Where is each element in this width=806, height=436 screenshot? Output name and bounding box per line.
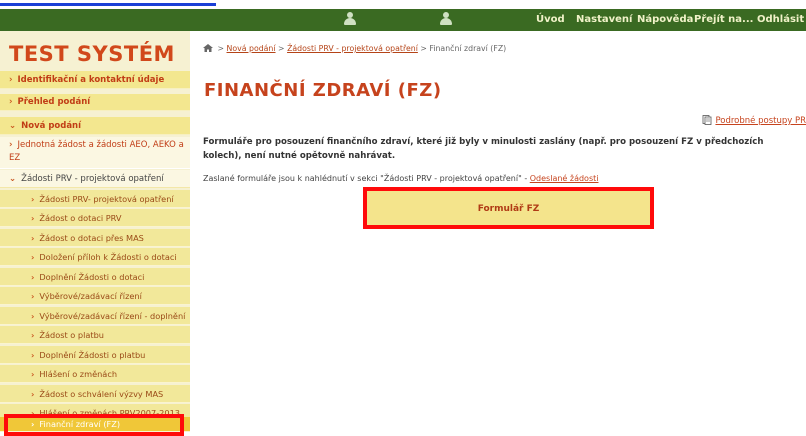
breadcrumb-current: Finanční zdraví (FZ) bbox=[429, 44, 507, 53]
nav-home[interactable]: Úvod bbox=[536, 9, 565, 31]
sidebar-subitem-tender[interactable]: › Výběrové/zadávací řízení bbox=[0, 287, 190, 305]
chevron-right-icon: › bbox=[31, 369, 35, 379]
breadcrumb-prv-projects[interactable]: Žádosti PRV - projektová opatření bbox=[287, 44, 418, 53]
sidebar-item-label: Žádosti PRV- projektová opatření bbox=[39, 194, 174, 204]
chevron-right-icon: › bbox=[31, 291, 35, 301]
sidebar-item-label: Doplnění Žádosti o dotaci bbox=[39, 272, 145, 282]
breadcrumb-new-submissions[interactable]: Nová podání bbox=[227, 44, 276, 53]
sidebar-item-label: Přehled podání bbox=[17, 97, 91, 107]
main-content: > Nová podání > Žádosti PRV - projektová… bbox=[190, 31, 806, 432]
sidebar-item-label: Identifikační a kontaktní údaje bbox=[17, 75, 165, 85]
sidebar-item-label: Výběrové/zadávací řízení - doplnění bbox=[39, 311, 186, 321]
breadcrumb: > Nová podání > Žádosti PRV - projektová… bbox=[203, 44, 506, 53]
intro-text: Formuláře pro posouzení finančního zdrav… bbox=[203, 137, 764, 161]
sent-applications-link[interactable]: Odeslané žádosti bbox=[530, 174, 599, 183]
sidebar-subitem-change-report[interactable]: › Hlášení o změnách bbox=[0, 365, 190, 383]
sent-forms-note: Zaslané formuláře jsou k nahlédnutí v se… bbox=[203, 174, 598, 183]
sidebar-item-label: Hlášení o změnách bbox=[39, 369, 118, 379]
highlight-fz-form-button bbox=[363, 187, 654, 229]
chevron-right-icon: › bbox=[31, 233, 35, 243]
sidebar-subitem-payment-supplement[interactable]: › Doplnění Žádosti o platbu bbox=[0, 346, 190, 364]
procedures-link-label: Podrobné postupy PR bbox=[715, 116, 806, 126]
top-link-strip bbox=[0, 0, 216, 9]
sidebar-subitem-grant-supplement[interactable]: › Doplnění Žádosti o dotaci bbox=[0, 268, 190, 286]
sidebar-item-label: Nová podání bbox=[21, 121, 82, 131]
chevron-right-icon: › bbox=[31, 272, 35, 282]
breadcrumb-separator: > bbox=[420, 44, 427, 53]
sidebar-item-label: Žádost o dotaci PRV bbox=[39, 213, 122, 223]
sidebar-subitem-mas-call[interactable]: › Žádost o schválení výzvy MAS bbox=[0, 385, 190, 403]
sidebar-subitem-attachments[interactable]: › Doložení příloh k Žádosti o dotaci bbox=[0, 248, 190, 266]
sidebar-item-label: Žádost o schválení výzvy MAS bbox=[39, 389, 164, 399]
sidebar-subitem-grant-mas[interactable]: › Žádost o dotaci přes MAS bbox=[0, 229, 190, 247]
sent-forms-note-text: Zaslané formuláře jsou k nahlédnutí v se… bbox=[203, 174, 530, 183]
sidebar-item-label: Jednotná žádost a žádosti AEO, AEKO a EZ bbox=[9, 140, 184, 163]
sidebar-item-overview[interactable]: › Přehled podání bbox=[0, 94, 190, 111]
sidebar-subitem-prv-projects[interactable]: › Žádosti PRV- projektová opatření bbox=[0, 190, 190, 208]
chevron-right-icon: › bbox=[9, 97, 13, 107]
site-title: TEST SYSTÉM bbox=[9, 42, 175, 66]
sidebar: TEST SYSTÉM › Identifikační a kontaktní ú… bbox=[0, 31, 190, 432]
sidebar-item-label: Žádost o platbu bbox=[39, 330, 104, 340]
home-icon[interactable] bbox=[203, 44, 213, 52]
sidebar-subitem-grant-prv[interactable]: › Žádost o dotaci PRV bbox=[0, 209, 190, 227]
page-title: FINANČNÍ ZDRAVÍ (FZ) bbox=[204, 80, 442, 101]
breadcrumb-separator: > bbox=[217, 44, 225, 53]
breadcrumb-separator: > bbox=[278, 44, 285, 53]
chevron-right-icon: › bbox=[31, 330, 35, 340]
user-switch-icon bbox=[437, 11, 455, 27]
chevron-right-icon: › bbox=[31, 350, 35, 360]
procedures-link[interactable]: Podrobné postupy PR bbox=[702, 115, 806, 126]
top-link-underline bbox=[0, 3, 216, 6]
nav-go-to[interactable]: Přejít na... bbox=[694, 9, 753, 31]
chevron-right-icon: › bbox=[9, 75, 13, 85]
chevron-down-icon: ⌄ bbox=[9, 121, 17, 131]
chevron-right-icon: › bbox=[31, 311, 35, 321]
sidebar-item-new-submissions[interactable]: ⌄ Nová podání bbox=[0, 117, 190, 135]
sidebar-subitem-payment[interactable]: › Žádost o platbu bbox=[0, 326, 190, 344]
nav-settings[interactable]: Nastavení bbox=[576, 9, 632, 31]
chevron-right-icon: › bbox=[31, 194, 35, 204]
sidebar-item-identification[interactable]: › Identifikační a kontaktní údaje bbox=[0, 71, 190, 89]
user-icon bbox=[341, 11, 359, 27]
nav-logout[interactable]: Odhlásit bbox=[757, 9, 804, 31]
chevron-right-icon: › bbox=[9, 140, 13, 150]
sidebar-item-label: Doložení příloh k Žádosti o dotaci bbox=[39, 252, 177, 262]
document-icon bbox=[703, 115, 712, 125]
top-navigation-bar: Úvod Nastavení Nápověda Přejít na... Odh… bbox=[0, 9, 806, 31]
sidebar-item-single-application[interactable]: › Jednotná žádost a žádosti AEO, AEKO a E… bbox=[0, 137, 190, 169]
highlight-financial-health-nav bbox=[4, 414, 184, 436]
chevron-right-icon: › bbox=[31, 389, 35, 399]
chevron-right-icon: › bbox=[31, 252, 35, 262]
chevron-right-icon: › bbox=[31, 213, 35, 223]
sidebar-item-label: Výběrové/zadávací řízení bbox=[39, 291, 142, 301]
chevron-down-icon: ⌄ bbox=[9, 174, 17, 184]
sidebar-item-label: Žádosti PRV - projektová opatření bbox=[21, 174, 164, 184]
nav-help[interactable]: Nápověda bbox=[637, 9, 693, 31]
sidebar-item-prv-projects[interactable]: ⌄ Žádosti PRV - projektová opatření bbox=[0, 170, 190, 188]
sidebar-item-label: Žádost o dotaci přes MAS bbox=[39, 233, 144, 243]
sidebar-subitem-tender-supplement[interactable]: › Výběrové/zadávací řízení - doplnění bbox=[0, 307, 190, 325]
sidebar-item-label: Doplnění Žádosti o platbu bbox=[39, 350, 146, 360]
